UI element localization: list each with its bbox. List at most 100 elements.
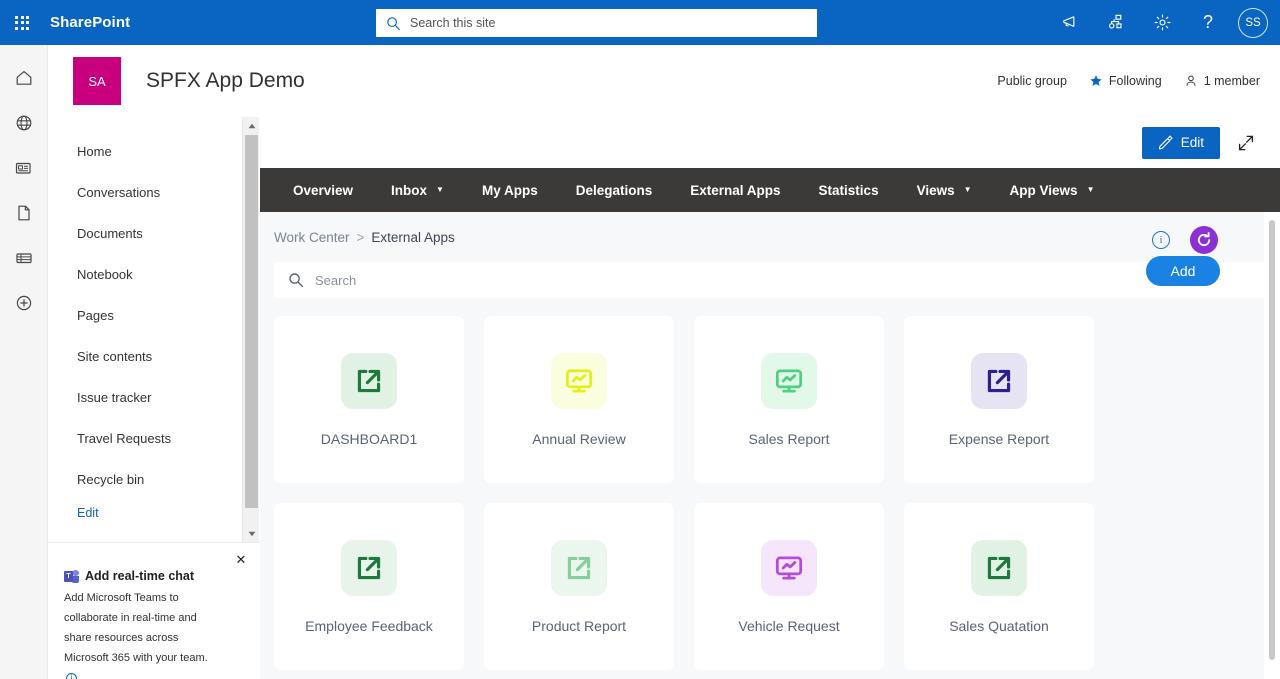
tab-statistics[interactable]: Statistics <box>800 168 898 212</box>
breadcrumb-root[interactable]: Work Center <box>274 230 350 245</box>
page-scrollbar[interactable] <box>1264 212 1280 679</box>
left-nav-scrollbar[interactable] <box>242 117 259 542</box>
site-logo[interactable]: SA <box>73 57 121 105</box>
suite-actions: ? SS <box>1052 0 1272 45</box>
app-launcher-icon[interactable] <box>0 0 44 45</box>
monitor-chart-icon <box>761 539 817 596</box>
org-people-icon[interactable] <box>1098 5 1134 41</box>
search-icon <box>387 16 401 30</box>
megaphone-icon[interactable] <box>1052 5 1088 41</box>
tab-delegations-label: Delegations <box>575 182 653 198</box>
news-icon[interactable] <box>0 145 48 190</box>
expand-icon[interactable] <box>1234 131 1258 155</box>
site-privacy-label: Public group <box>997 74 1067 88</box>
app-card-vehicle-request[interactable]: Vehicle Request <box>694 503 884 670</box>
tab-views-label: Views <box>916 182 955 198</box>
edit-page-label: Edit <box>1180 135 1204 150</box>
monitor-chart-icon <box>551 352 607 409</box>
home-icon[interactable] <box>0 55 48 100</box>
breadcrumb: Work Center > External Apps i <box>260 212 1280 262</box>
tab-app-views[interactable]: App Views ▼ <box>991 168 1114 212</box>
tab-overview-label: Overview <box>293 182 354 198</box>
following-button[interactable]: Following <box>1089 74 1162 88</box>
chevron-down-icon: ▼ <box>963 185 972 194</box>
page-title[interactable]: SPFX App Demo <box>146 69 305 93</box>
scroll-down-icon[interactable] <box>243 525 260 542</box>
info-icon[interactable]: i <box>1152 231 1170 249</box>
sidebar-item-notebook[interactable]: Notebook <box>48 254 260 295</box>
app-card-sales-quatation[interactable]: Sales Quatation <box>904 503 1094 670</box>
document-icon[interactable] <box>0 190 48 235</box>
site-meta: Public group Following 1 member <box>997 74 1260 88</box>
app-card-label: Vehicle Request <box>738 617 840 634</box>
breadcrumb-current: External Apps <box>371 229 455 245</box>
globe-icon[interactable] <box>0 100 48 145</box>
sidebar-item-conversations[interactable]: Conversations <box>48 172 260 213</box>
app-card-annual-review[interactable]: Annual Review <box>484 316 674 483</box>
tab-external-apps[interactable]: External Apps <box>671 168 799 212</box>
tab-my-apps-label: My Apps <box>481 182 538 198</box>
close-icon[interactable]: ✕ <box>232 551 250 569</box>
breadcrumb-separator: > <box>356 229 365 245</box>
left-navigation: Home Conversations Documents Notebook Pa… <box>48 117 260 542</box>
app-card-label: Product Report <box>531 617 627 634</box>
sidebar-item-home[interactable]: Home <box>48 131 260 172</box>
sharepoint-brand[interactable]: SharePoint <box>50 14 130 31</box>
sidebar-item-pages[interactable]: Pages <box>48 295 260 336</box>
callout-body: Add Microsoft Teams to collaborate in re… <box>64 588 212 679</box>
app-card-expense-report[interactable]: Expense Report <box>904 316 1094 483</box>
tab-delegations[interactable]: Delegations <box>557 168 672 212</box>
app-card-sales-report[interactable]: Sales Report <box>694 316 884 483</box>
create-icon[interactable] <box>0 280 48 325</box>
star-icon <box>1090 75 1102 86</box>
external-link-icon <box>551 539 607 596</box>
sidebar-item-recycle-bin[interactable]: Recycle bin <box>48 459 260 500</box>
help-icon[interactable]: ? <box>1190 5 1226 41</box>
left-nav-list: Home Conversations Documents Notebook Pa… <box>48 117 260 520</box>
members-button[interactable]: 1 member <box>1184 74 1260 88</box>
sidebar-item-documents[interactable]: Documents <box>48 213 260 254</box>
members-label: 1 member <box>1203 74 1260 88</box>
app-card-employee-feedback[interactable]: Employee Feedback <box>274 503 464 670</box>
external-link-icon <box>341 352 397 409</box>
app-card-label: DASHBOARD1 <box>320 430 418 447</box>
gear-icon[interactable] <box>1144 5 1180 41</box>
following-label: Following <box>1108 74 1162 88</box>
refresh-icon[interactable] <box>1190 226 1218 254</box>
edit-navigation-link[interactable]: Edit <box>48 506 260 520</box>
callout-heading: T Add real-time chat <box>64 569 244 583</box>
tab-inbox[interactable]: Inbox ▼ <box>372 168 463 212</box>
user-avatar[interactable]: SS <box>1238 7 1268 38</box>
left-nav-scroll-thumb[interactable] <box>245 135 258 508</box>
sidebar-item-issue-tracker[interactable]: Issue tracker <box>48 377 260 418</box>
info-icon[interactable]: i <box>66 672 77 679</box>
edit-page-button[interactable]: Edit <box>1141 126 1220 159</box>
app-search-bar[interactable]: Search Add <box>274 256 1266 298</box>
person-icon <box>1186 75 1196 86</box>
list-icon[interactable] <box>0 235 48 280</box>
chevron-down-icon: ▼ <box>436 185 444 194</box>
sidebar-item-travel-requests[interactable]: Travel Requests <box>48 418 260 459</box>
add-button[interactable]: Add <box>1146 256 1220 286</box>
webpart-actions: i <box>1152 226 1218 254</box>
app-search-placeholder: Search <box>315 272 357 288</box>
app-nav-tabs: Overview Inbox ▼ My Apps Delegations Ext… <box>260 168 1280 212</box>
app-rail <box>0 45 48 679</box>
app-card-label: Employee Feedback <box>305 617 433 634</box>
site-search-box[interactable]: Search this site <box>376 9 817 37</box>
tab-overview[interactable]: Overview <box>274 168 372 212</box>
page-scroll-thumb[interactable] <box>1269 220 1275 660</box>
monitor-chart-icon <box>761 352 817 409</box>
pencil-icon <box>1158 135 1173 150</box>
app-card-product-report[interactable]: Product Report <box>484 503 674 670</box>
sidebar-item-site-contents[interactable]: Site contents <box>48 336 260 377</box>
external-link-icon <box>971 352 1027 409</box>
app-card-label: Annual Review <box>532 430 626 447</box>
callout-title-text: Add real-time chat <box>85 569 195 583</box>
tab-inbox-label: Inbox <box>391 182 428 198</box>
site-search-placeholder: Search this site <box>410 16 496 30</box>
tab-views[interactable]: Views ▼ <box>898 168 991 212</box>
scroll-up-icon[interactable] <box>243 117 260 134</box>
tab-my-apps[interactable]: My Apps <box>463 168 557 212</box>
app-card-dashboard1[interactable]: DASHBOARD1 <box>274 316 464 483</box>
